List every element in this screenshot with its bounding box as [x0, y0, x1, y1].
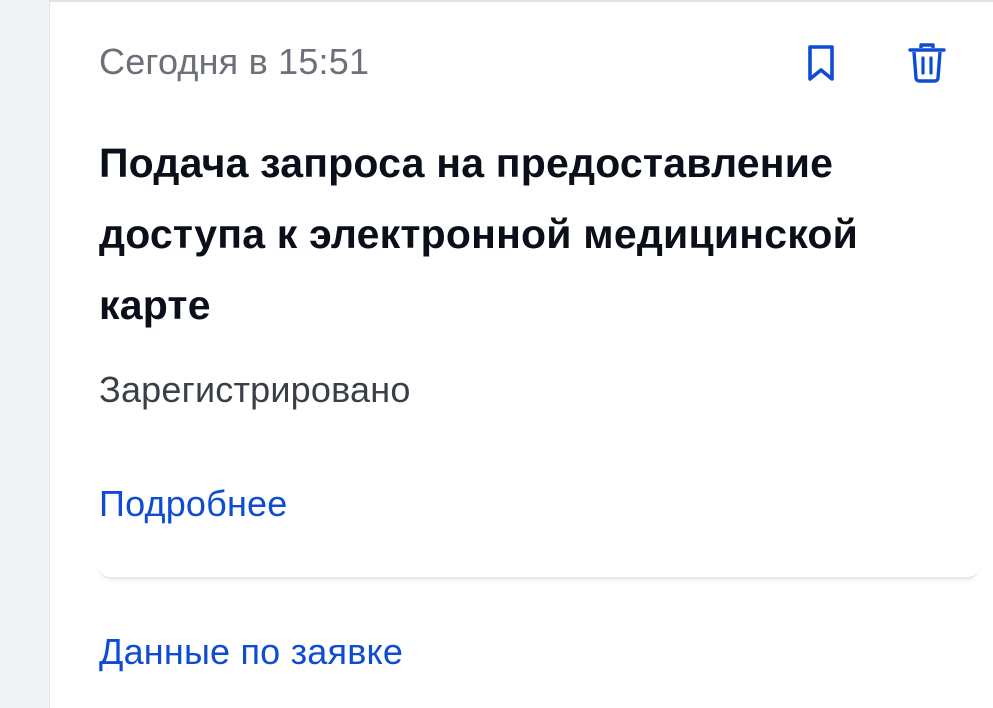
notification-timestamp: Сегодня в 15:51	[99, 41, 370, 82]
details-link[interactable]: Подробнее	[99, 482, 288, 526]
notification-title: Подача запроса на предоставление доступа…	[99, 140, 859, 328]
status-label: Зарегистрировано	[99, 369, 411, 410]
notification-card: Сегодня в 15:51 Подача запроса на предос…	[99, 0, 979, 579]
bookmark-icon	[808, 45, 834, 81]
trash-icon	[908, 43, 946, 83]
delete-button[interactable]	[907, 40, 947, 86]
notification-page: Сегодня в 15:51 Подача запроса на предос…	[0, 0, 993, 708]
request-data-link[interactable]: Данные по заявке	[99, 630, 403, 674]
bookmark-button[interactable]	[801, 40, 841, 86]
left-rail	[0, 0, 50, 708]
